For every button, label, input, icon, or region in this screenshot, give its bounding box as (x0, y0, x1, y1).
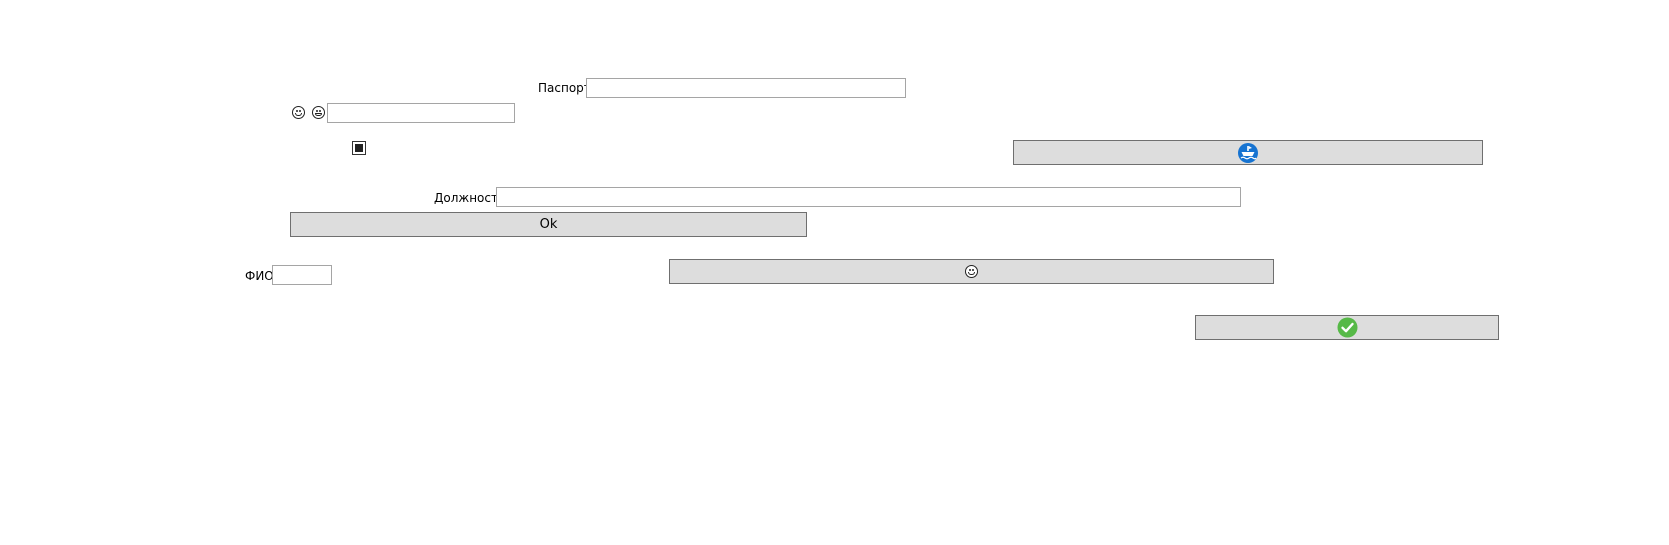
fio-label: ФИО (245, 269, 274, 283)
ok-button[interactable]: Ok (290, 212, 807, 237)
confirm-button[interactable] (1195, 315, 1499, 340)
check-circle-icon (1337, 317, 1357, 338)
text-input[interactable] (327, 103, 515, 123)
grinning-face-icon (312, 106, 325, 119)
smiley-button[interactable] (669, 259, 1274, 284)
position-input[interactable] (496, 187, 1241, 207)
fio-input[interactable] (272, 265, 332, 285)
passport-input[interactable] (586, 78, 906, 98)
grinning-face-icon (965, 265, 978, 278)
ship-icon (1238, 142, 1258, 163)
position-label: Должность (434, 191, 506, 205)
passport-label: Паспорт (538, 81, 591, 95)
laughing-face-icon (292, 106, 305, 119)
ship-button[interactable] (1013, 140, 1483, 165)
checkbox[interactable] (352, 141, 366, 155)
